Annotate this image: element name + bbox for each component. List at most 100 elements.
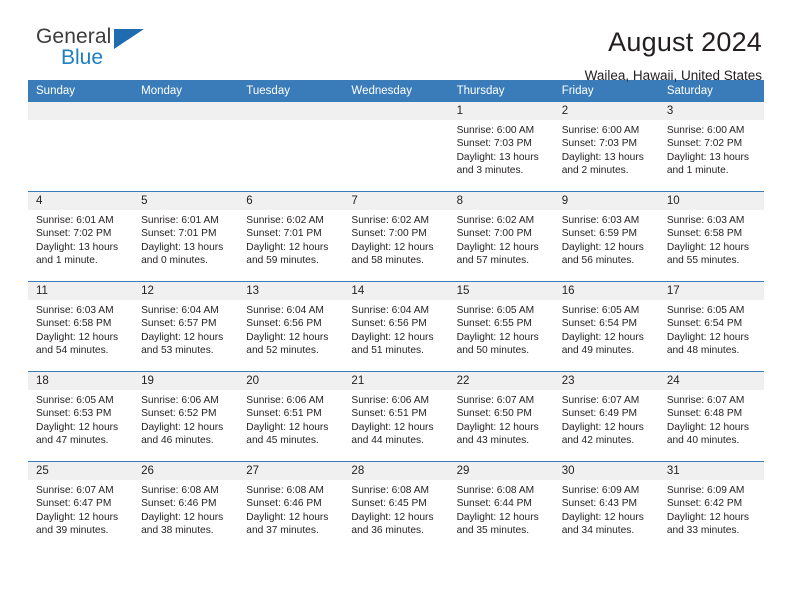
calendar-day-cell[interactable]: 27 Sunrise: 6:08 AM Sunset: 6:46 PM Dayligh…	[238, 461, 344, 551]
daylight-text: Daylight: 12 hours and 50 minutes.	[456, 331, 539, 356]
calendar-day-cell[interactable]: 19 Sunrise: 6:06 AM Sunset: 6:52 PM Dayligh…	[133, 371, 239, 462]
daylight-text: Daylight: 13 hours and 1 minute.	[36, 241, 119, 266]
sunset-text: Sunset: 6:48 PM	[666, 408, 743, 420]
daylight-text: Daylight: 12 hours and 47 minutes.	[36, 421, 119, 446]
day-cell-inner: 16 Sunrise: 6:05 AM Sunset: 6:54 PM Dayligh…	[553, 282, 659, 371]
day-details: Sunrise: 6:04 AM Sunset: 6:56 PM Daylight:…	[238, 300, 343, 357]
sunrise-text: Sunrise: 6:05 AM	[36, 395, 114, 406]
brand-logo[interactable]: General Blue	[28, 26, 158, 74]
calendar-day-cell[interactable]: 2 Sunrise: 6:00 AM Sunset: 7:03 PM Daylight…	[553, 102, 659, 192]
daylight-text: Daylight: 12 hours and 33 minutes.	[666, 511, 749, 536]
calendar-day-cell[interactable]: 8 Sunrise: 6:02 AM Sunset: 7:00 PM Daylight…	[448, 191, 554, 282]
sunrise-text: Sunrise: 6:04 AM	[141, 305, 219, 316]
calendar-day-cell[interactable]: 31 Sunrise: 6:09 AM Sunset: 6:42 PM Dayligh…	[658, 461, 764, 551]
day-details: Sunrise: 6:08 AM Sunset: 6:45 PM Daylight:…	[343, 480, 448, 537]
calendar-day-cell[interactable]: 25 Sunrise: 6:07 AM Sunset: 6:47 PM Dayligh…	[28, 461, 134, 551]
day-number: 27	[238, 462, 344, 480]
calendar-day-cell[interactable]: 5 Sunrise: 6:01 AM Sunset: 7:01 PM Daylight…	[133, 191, 239, 282]
daylight-text: Daylight: 12 hours and 57 minutes.	[456, 241, 539, 266]
calendar-day-cell[interactable]: 28 Sunrise: 6:08 AM Sunset: 6:45 PM Dayligh…	[343, 461, 449, 551]
sunset-text: Sunset: 6:42 PM	[666, 498, 743, 510]
calendar-day-cell[interactable]: 13 Sunrise: 6:04 AM Sunset: 6:56 PM Dayligh…	[238, 281, 344, 372]
day-cell-inner: 5 Sunrise: 6:01 AM Sunset: 7:01 PM Daylight…	[133, 192, 239, 281]
day-cell-inner	[28, 102, 134, 191]
weekday-header-monday: Monday	[133, 80, 239, 102]
calendar-day-cell[interactable]: 17 Sunrise: 6:05 AM Sunset: 6:54 PM Dayligh…	[658, 281, 764, 372]
day-cell-inner: 19 Sunrise: 6:06 AM Sunset: 6:52 PM Dayligh…	[133, 372, 239, 461]
calendar-day-cell[interactable]: 29 Sunrise: 6:08 AM Sunset: 6:44 PM Dayligh…	[448, 461, 554, 551]
day-cell-inner: 1 Sunrise: 6:00 AM Sunset: 7:03 PM Daylight…	[448, 102, 554, 191]
calendar-day-cell[interactable]: 7 Sunrise: 6:02 AM Sunset: 7:00 PM Daylight…	[343, 191, 449, 282]
calendar-day-cell-empty	[343, 102, 449, 192]
day-cell-inner: 7 Sunrise: 6:02 AM Sunset: 7:00 PM Daylight…	[343, 192, 449, 281]
day-cell-inner: 13 Sunrise: 6:04 AM Sunset: 6:56 PM Dayligh…	[238, 282, 344, 371]
daylight-text: Daylight: 12 hours and 45 minutes.	[246, 421, 329, 446]
day-number: 30	[553, 462, 659, 480]
calendar-day-cell[interactable]: 9 Sunrise: 6:03 AM Sunset: 6:59 PM Daylight…	[553, 191, 659, 282]
calendar-day-cell-empty	[133, 102, 239, 192]
calendar-day-cell[interactable]: 3 Sunrise: 6:00 AM Sunset: 7:02 PM Daylight…	[658, 102, 764, 192]
sunset-text: Sunset: 6:56 PM	[351, 318, 427, 330]
calendar-day-cell-empty	[238, 102, 344, 192]
calendar-day-cell[interactable]: 24 Sunrise: 6:07 AM Sunset: 6:48 PM Dayligh…	[658, 371, 764, 462]
day-details: Sunrise: 6:05 AM Sunset: 6:53 PM Daylight:…	[28, 390, 133, 447]
day-cell-inner: 8 Sunrise: 6:02 AM Sunset: 7:00 PM Daylight…	[448, 192, 554, 281]
calendar-day-cell[interactable]: 16 Sunrise: 6:05 AM Sunset: 6:54 PM Dayligh…	[553, 281, 659, 372]
sunrise-text: Sunrise: 6:06 AM	[141, 395, 219, 406]
daylight-text: Daylight: 12 hours and 56 minutes.	[561, 241, 644, 266]
day-number: 17	[658, 282, 764, 300]
calendar-day-cell[interactable]: 21 Sunrise: 6:06 AM Sunset: 6:51 PM Dayligh…	[343, 371, 449, 462]
sunset-text: Sunset: 6:52 PM	[141, 408, 217, 420]
day-number: 28	[343, 462, 449, 480]
sunrise-text: Sunrise: 6:01 AM	[141, 215, 219, 226]
day-number: 25	[28, 462, 134, 480]
sunset-text: Sunset: 7:01 PM	[246, 228, 322, 240]
calendar-day-cell[interactable]: 4 Sunrise: 6:01 AM Sunset: 7:02 PM Daylight…	[28, 191, 134, 282]
calendar-day-cell[interactable]: 12 Sunrise: 6:04 AM Sunset: 6:57 PM Dayligh…	[133, 281, 239, 372]
sunrise-text: Sunrise: 6:00 AM	[456, 125, 535, 136]
calendar-day-cell[interactable]: 6 Sunrise: 6:02 AM Sunset: 7:01 PM Daylight…	[238, 191, 344, 282]
calendar-day-cell[interactable]: 22 Sunrise: 6:07 AM Sunset: 6:50 PM Dayligh…	[448, 371, 554, 462]
day-cell-inner: 11 Sunrise: 6:03 AM Sunset: 6:58 PM Dayligh…	[28, 282, 134, 371]
weekday-header-wednesday: Wednesday	[343, 80, 449, 102]
calendar-day-cell[interactable]: 18 Sunrise: 6:05 AM Sunset: 6:53 PM Dayligh…	[28, 371, 134, 462]
daylight-text: Daylight: 12 hours and 37 minutes.	[246, 511, 329, 536]
day-cell-inner: 18 Sunrise: 6:05 AM Sunset: 6:53 PM Dayligh…	[28, 372, 134, 461]
day-details: Sunrise: 6:01 AM Sunset: 7:01 PM Daylight:…	[133, 210, 238, 267]
day-cell-inner: 20 Sunrise: 6:06 AM Sunset: 6:51 PM Dayligh…	[238, 372, 344, 461]
day-number	[28, 102, 134, 120]
calendar-day-cell[interactable]: 10 Sunrise: 6:03 AM Sunset: 6:58 PM Dayligh…	[658, 191, 764, 282]
calendar-day-cell[interactable]: 15 Sunrise: 6:05 AM Sunset: 6:55 PM Dayligh…	[448, 281, 554, 372]
calendar-day-cell[interactable]: 11 Sunrise: 6:03 AM Sunset: 6:58 PM Dayligh…	[28, 281, 134, 372]
sunset-text: Sunset: 7:03 PM	[561, 138, 638, 150]
day-number: 6	[238, 192, 344, 210]
day-details: Sunrise: 6:00 AM Sunset: 7:03 PM Daylight:…	[449, 120, 554, 177]
page-header: General Blue August 2024 Wailea, Hawaii,…	[28, 0, 764, 84]
calendar-day-cell[interactable]: 30 Sunrise: 6:09 AM Sunset: 6:43 PM Dayligh…	[553, 461, 659, 551]
calendar-day-cell[interactable]: 26 Sunrise: 6:08 AM Sunset: 6:46 PM Dayligh…	[133, 461, 239, 551]
day-details: Sunrise: 6:05 AM Sunset: 6:54 PM Daylight:…	[554, 300, 659, 357]
day-details: Sunrise: 6:06 AM Sunset: 6:52 PM Daylight:…	[133, 390, 238, 447]
sunrise-text: Sunrise: 6:01 AM	[36, 215, 114, 226]
sunset-text: Sunset: 7:00 PM	[351, 228, 427, 240]
calendar-week-row: 18 Sunrise: 6:05 AM Sunset: 6:53 PM Dayligh…	[28, 371, 764, 462]
sunrise-text: Sunrise: 6:04 AM	[246, 305, 324, 316]
sunset-text: Sunset: 7:02 PM	[36, 228, 112, 240]
day-number: 2	[553, 102, 659, 120]
day-number: 9	[553, 192, 659, 210]
daylight-text: Daylight: 12 hours and 35 minutes.	[456, 511, 539, 536]
calendar-day-cell[interactable]: 14 Sunrise: 6:04 AM Sunset: 6:56 PM Dayligh…	[343, 281, 449, 372]
daylight-text: Daylight: 12 hours and 43 minutes.	[456, 421, 539, 446]
daylight-text: Daylight: 12 hours and 51 minutes.	[351, 331, 434, 356]
sunrise-text: Sunrise: 6:05 AM	[666, 305, 745, 316]
day-details: Sunrise: 6:07 AM Sunset: 6:50 PM Daylight:…	[449, 390, 554, 447]
calendar-day-cell[interactable]: 20 Sunrise: 6:06 AM Sunset: 6:51 PM Dayligh…	[238, 371, 344, 462]
day-details: Sunrise: 6:09 AM Sunset: 6:43 PM Daylight:…	[554, 480, 659, 537]
calendar-week-row: 25 Sunrise: 6:07 AM Sunset: 6:47 PM Dayligh…	[28, 461, 764, 551]
sunset-text: Sunset: 6:43 PM	[561, 498, 638, 510]
calendar-day-cell[interactable]: 1 Sunrise: 6:00 AM Sunset: 7:03 PM Daylight…	[448, 102, 554, 192]
day-number: 8	[448, 192, 554, 210]
day-number: 10	[658, 192, 764, 210]
calendar-day-cell[interactable]: 23 Sunrise: 6:07 AM Sunset: 6:49 PM Dayligh…	[553, 371, 659, 462]
calendar-week-row: 1 Sunrise: 6:00 AM Sunset: 7:03 PM Daylight…	[28, 102, 764, 192]
